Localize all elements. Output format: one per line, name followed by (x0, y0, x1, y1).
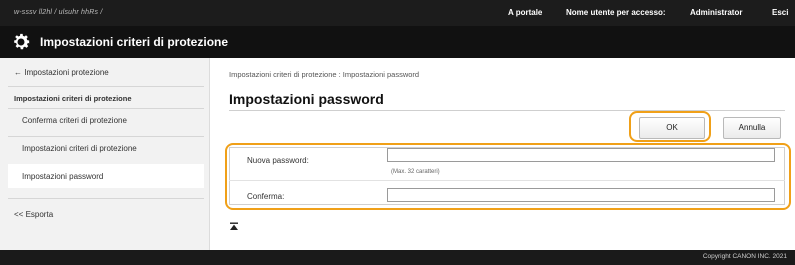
sidebar-item-confirm-policy[interactable]: Conferma criteri di protezione (22, 116, 232, 125)
main-content: Impostazioni criteri di protezione : Imp… (211, 58, 795, 250)
sidebar-divider (8, 136, 204, 137)
portal-link[interactable]: A portale (508, 8, 542, 17)
login-user-name: Administrator (690, 8, 743, 17)
footer: Copyright CANON INC. 2021 (0, 250, 795, 265)
title-bar: Impostazioni criteri di protezione (0, 26, 795, 58)
confirm-password-field[interactable] (387, 188, 775, 202)
cancel-button[interactable]: Annulla (723, 117, 781, 139)
page-header-title: Impostazioni criteri di protezione (40, 35, 229, 49)
new-password-field[interactable] (387, 148, 775, 162)
device-breadcrumb: w-sssv ll2hl / ulsuhr hhRs / (14, 9, 103, 16)
confirm-password-label: Conferma: (247, 192, 285, 201)
sidebar: ← Impostazioni protezione Impostazioni c… (0, 58, 210, 250)
sidebar-back-link[interactable]: ← Impostazioni protezione (14, 68, 224, 77)
sidebar-divider (8, 86, 204, 87)
sidebar-divider (8, 108, 204, 109)
copyright-text: Copyright CANON INC. 2021 (702, 253, 787, 260)
sidebar-export-link[interactable]: << Esporta (14, 210, 224, 219)
new-password-hint: (Max. 32 caratteri) (391, 169, 440, 175)
page-title: Impostazioni password (229, 91, 384, 107)
ok-button[interactable]: OK (639, 117, 705, 139)
breadcrumb: Impostazioni criteri di protezione : Imp… (229, 70, 420, 79)
sidebar-section-heading: Impostazioni criteri di protezione (14, 94, 132, 103)
login-user-label: Nome utente per accesso: (566, 8, 666, 17)
scroll-to-top-icon[interactable] (229, 222, 239, 232)
sidebar-item-policy-settings[interactable]: Impostazioni criteri di protezione (22, 144, 232, 153)
top-bar: w-sssv ll2hl / ulsuhr hhRs / A portale N… (0, 0, 795, 26)
logout-link[interactable]: Esci (772, 8, 788, 17)
gear-icon (14, 33, 30, 50)
new-password-label: Nuova password: (247, 156, 309, 165)
sidebar-item-password-settings[interactable]: Impostazioni password (22, 172, 232, 181)
sidebar-divider (8, 198, 204, 199)
